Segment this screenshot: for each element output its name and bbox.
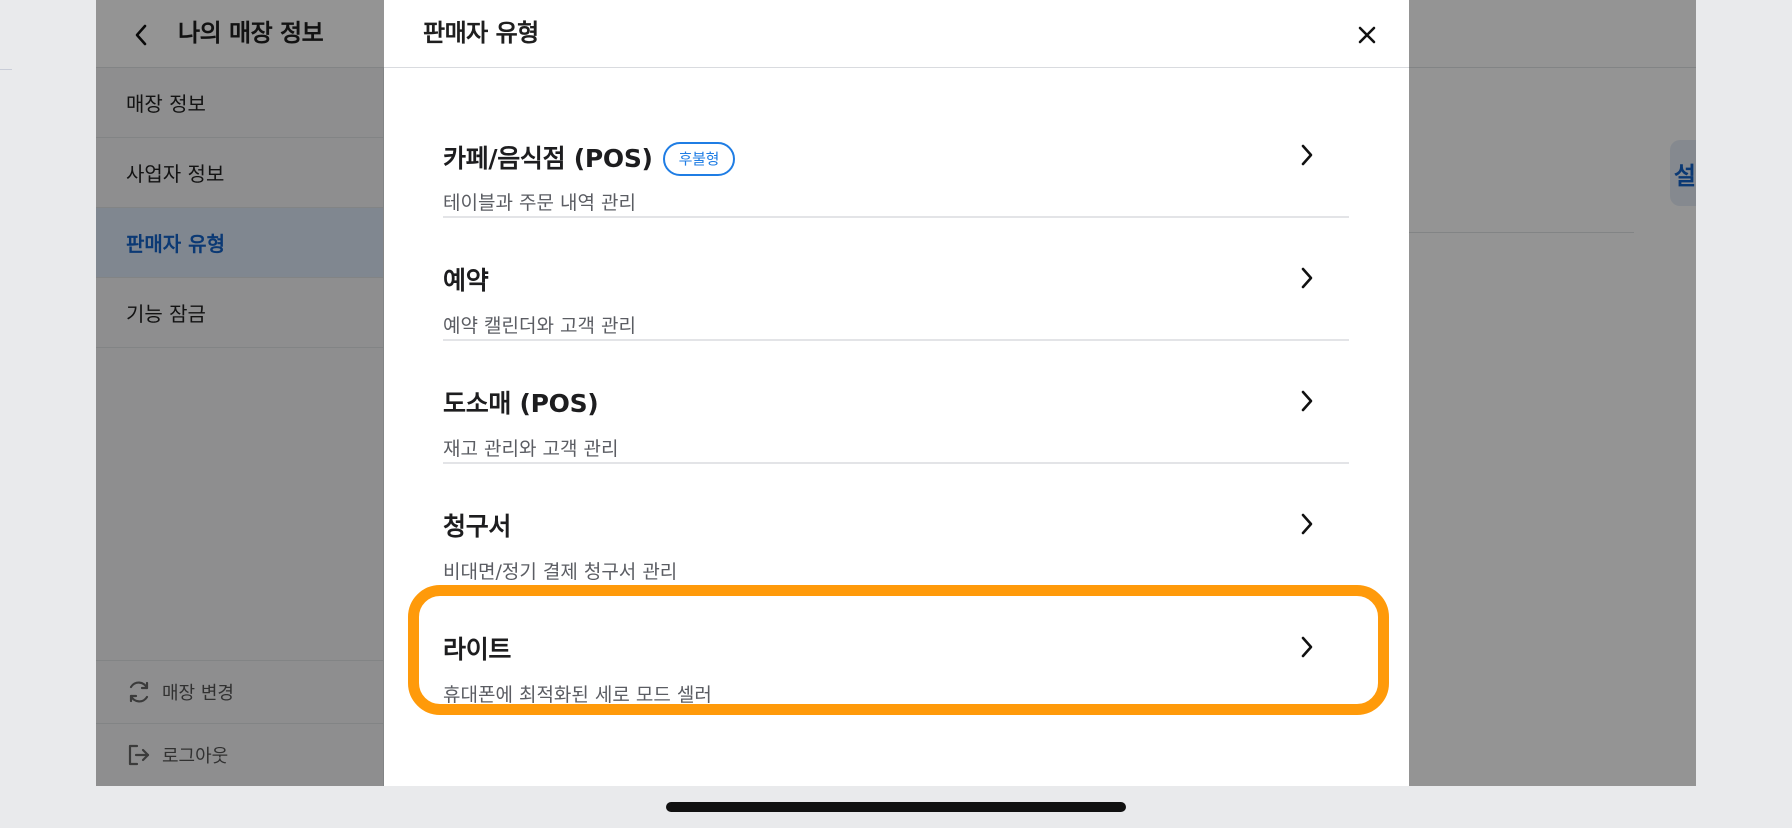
- chevron-right-icon: [1295, 142, 1319, 168]
- option-title: 도소매 (POS): [443, 389, 599, 418]
- option-title: 라이트: [443, 635, 512, 664]
- chevron-right-icon: [1295, 388, 1319, 414]
- option-subtitle: 재고 관리와 고객 관리: [443, 438, 619, 460]
- option-reservation[interactable]: 예약 예약 캘린더와 고객 관리: [443, 218, 1349, 341]
- postpaid-badge: 후불형: [662, 142, 736, 176]
- close-icon: [1358, 26, 1376, 44]
- chevron-right-icon: [1295, 265, 1319, 291]
- modal-header: 판매자 유형: [384, 0, 1409, 68]
- option-lite[interactable]: 라이트 휴대폰에 최적화된 세로 모드 셀러: [443, 587, 1349, 710]
- option-retail[interactable]: 도소매 (POS) 재고 관리와 고객 관리: [443, 341, 1349, 464]
- option-subtitle: 테이블과 주문 내역 관리: [443, 192, 636, 214]
- option-title: 청구서: [443, 512, 512, 541]
- option-subtitle: 휴대폰에 최적화된 세로 모드 셀러: [443, 684, 712, 706]
- seller-type-modal: 판매자 유형 카페/음식점 (POS) 후불형 테이블과 주문 내역 관리 예약 …: [384, 0, 1409, 786]
- home-indicator[interactable]: [666, 802, 1126, 812]
- option-subtitle: 예약 캘린더와 고객 관리: [443, 315, 636, 337]
- chevron-right-icon: [1295, 511, 1319, 537]
- option-title: 예약: [443, 266, 489, 295]
- option-subtitle: 비대면/정기 결제 청구서 관리: [443, 561, 678, 583]
- option-cafe-restaurant[interactable]: 카페/음식점 (POS) 후불형 테이블과 주문 내역 관리: [443, 95, 1349, 218]
- option-invoice[interactable]: 청구서 비대면/정기 결제 청구서 관리: [443, 464, 1349, 587]
- chevron-right-icon: [1295, 634, 1319, 660]
- edge-divider: [0, 69, 12, 70]
- close-button[interactable]: [1350, 18, 1384, 52]
- modal-title: 판매자 유형: [423, 19, 539, 47]
- option-title: 카페/음식점 (POS) 후불형: [443, 142, 736, 176]
